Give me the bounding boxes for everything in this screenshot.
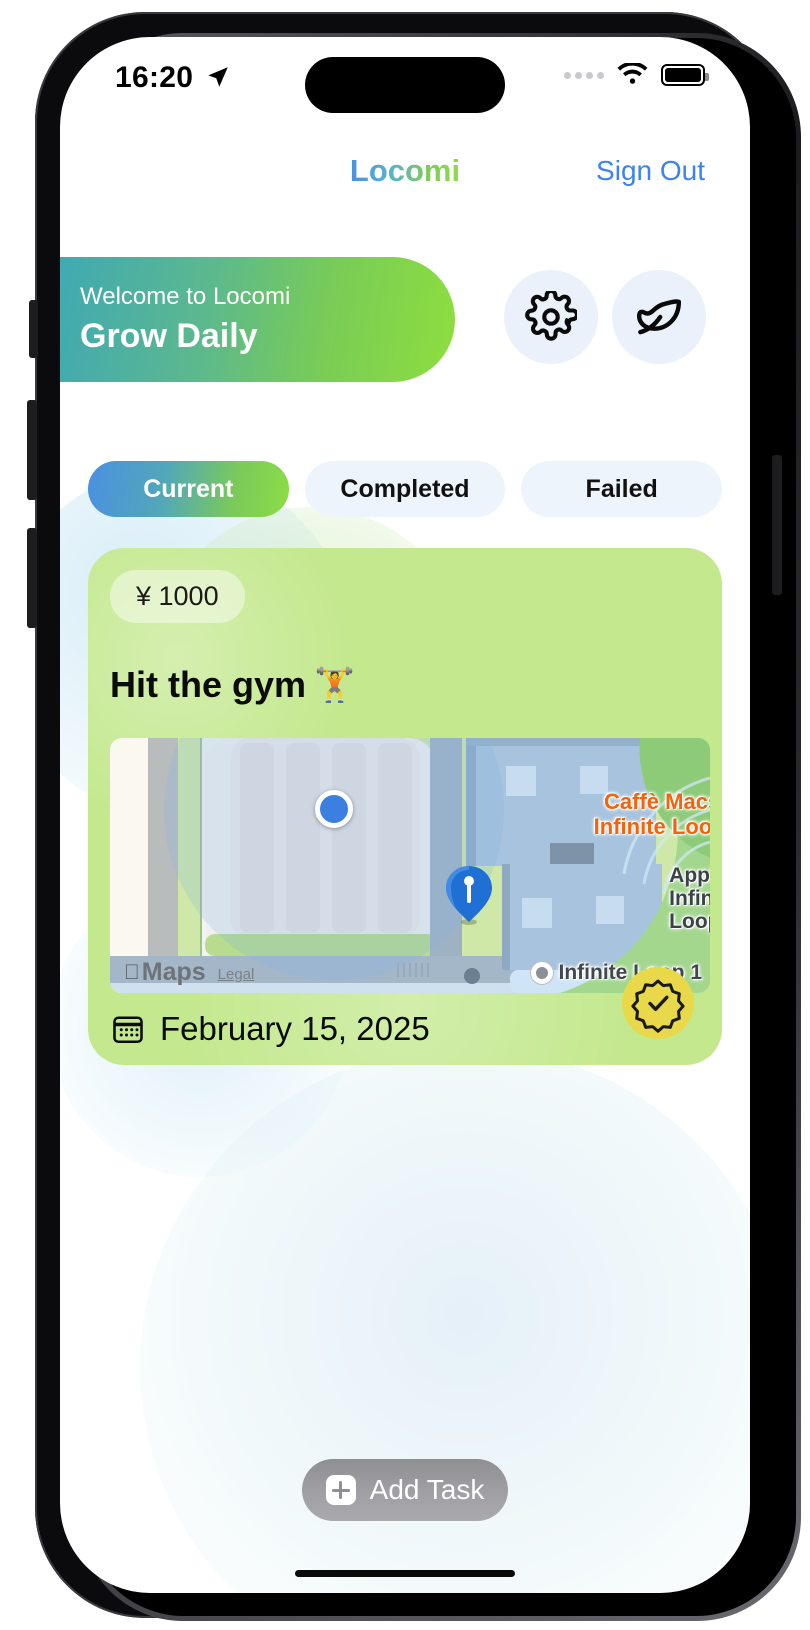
welcome-subtitle: Welcome to Locomi (80, 283, 291, 310)
task-date-text: February 15, 2025 (160, 1010, 430, 1047)
status-bar: 16:20 (60, 37, 750, 129)
map-poi-label-line2: Infinite Loop 4 (593, 813, 710, 839)
weightlifter-emoji: 🏋️ (314, 665, 356, 703)
plus-square-icon (325, 1475, 356, 1505)
map-canvas (110, 738, 710, 993)
add-task-label: Add Task (369, 1474, 485, 1505)
status-time: 16:20 (115, 61, 194, 94)
map-poi-label-line1: Caffè Macs - (604, 789, 710, 814)
add-task-button[interactable]: Add Task (302, 1459, 508, 1521)
map-building-label-line1: Apple (669, 864, 710, 887)
calendar-icon (113, 1016, 143, 1044)
map-poi-label: Caffè Macs - Infinite Loop 4 (593, 789, 710, 839)
task-title-text: Hit the gym (110, 664, 307, 705)
eco-leaf-button[interactable] (612, 270, 706, 364)
phone-screen: 16:20 Locomi Sign Out Welcome to Locomi … (60, 37, 750, 1593)
gear-icon (525, 291, 577, 341)
task-price-badge: ¥ 1000 (110, 570, 245, 623)
welcome-banner: Welcome to Locomi Grow Daily (60, 257, 455, 382)
map-building-label: Apple Infinite Loop 2 (669, 864, 710, 933)
map-pin-icon[interactable] (444, 864, 494, 926)
location-arrow-icon (208, 67, 228, 87)
tab-completed[interactable]: Completed (304, 461, 506, 517)
status-indicators (564, 63, 709, 87)
task-card[interactable]: ¥ 1000 Hit the gym 🏋️ Caffè Mac Infinite… (88, 548, 722, 1065)
tab-current[interactable]: Current (88, 461, 289, 517)
app-title: Locomi (349, 153, 461, 188)
map-attribution:  Maps Legal (124, 958, 254, 987)
user-location-dot (315, 790, 353, 828)
home-indicator[interactable] (295, 1570, 515, 1577)
apple-logo-icon:  (124, 962, 140, 983)
battery-icon (661, 64, 709, 86)
screenshot-root: 16:20 Locomi Sign Out Welcome to Locomi … (0, 0, 810, 1630)
tab-failed[interactable]: Failed (521, 461, 723, 517)
task-title: Hit the gym 🏋️ (110, 664, 355, 706)
mute-switch[interactable] (29, 300, 38, 358)
volume-up-button[interactable] (27, 400, 37, 500)
dynamic-island (305, 57, 505, 113)
sign-out-button[interactable]: Sign Out (596, 155, 705, 187)
leaf-icon (636, 299, 682, 335)
task-map[interactable]: Caffè Macs - Infinite Loop 4 Apple Infin… (110, 738, 710, 993)
cellular-dots-icon (564, 71, 604, 79)
verified-badge-button[interactable] (620, 965, 696, 1041)
welcome-header: Welcome to Locomi Grow Daily (60, 257, 750, 387)
map-legal-link[interactable]: Legal (218, 966, 255, 987)
map-building-label-line2: Infinite (669, 887, 710, 911)
street-marker-icon (530, 962, 553, 984)
volume-down-button[interactable] (27, 528, 37, 628)
task-filter-tabs: Current Completed Failed (60, 461, 750, 517)
welcome-title: Grow Daily (80, 317, 258, 355)
power-button[interactable] (772, 455, 782, 595)
settings-button[interactable] (504, 270, 598, 364)
apple-maps-logo:  Maps (124, 958, 206, 987)
wifi-icon (617, 63, 648, 84)
task-date-row: February 15, 2025 (110, 1010, 430, 1048)
map-building-label-line3: Loop 2 (669, 910, 710, 934)
maps-wordmark: Maps (126, 958, 206, 986)
app-nav-bar: Locomi Sign Out (60, 153, 750, 213)
